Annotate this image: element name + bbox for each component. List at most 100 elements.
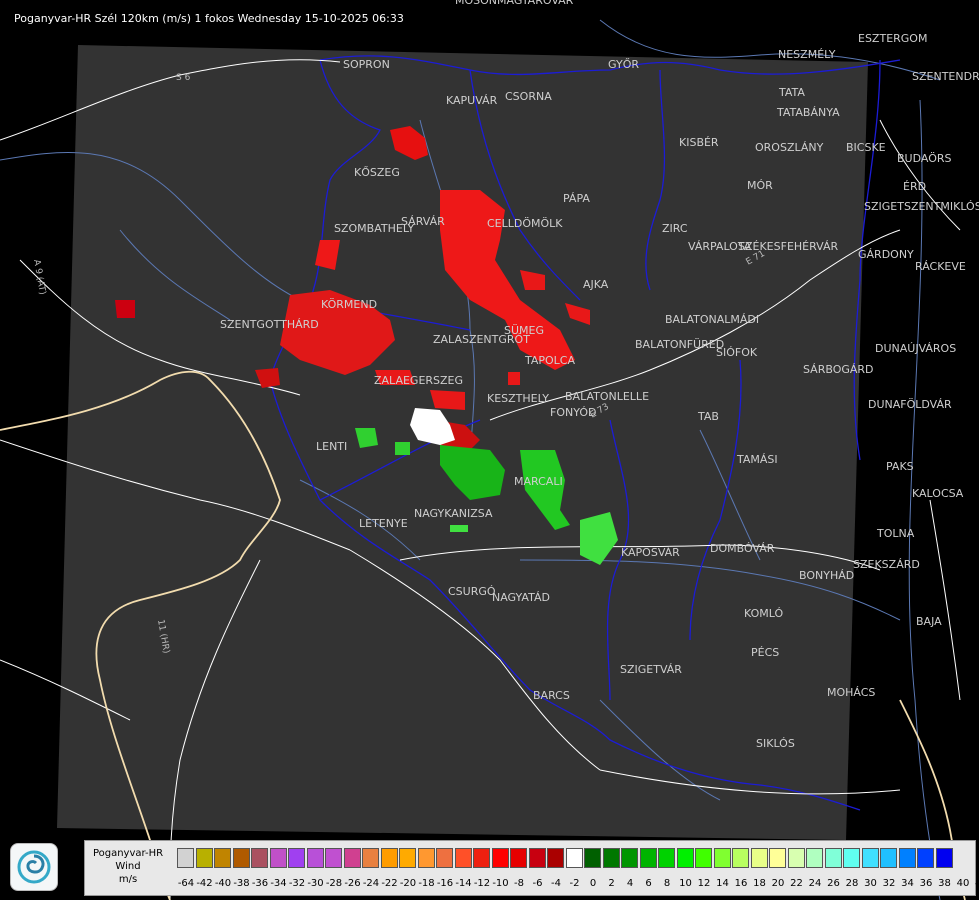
- legend-tick-label: 42: [975, 878, 979, 889]
- legend-swatch: [232, 848, 250, 868]
- city-label: BALATONALMÁDI: [665, 313, 759, 326]
- legend-swatch: [935, 848, 953, 868]
- legend-tick-label: 28: [845, 878, 859, 889]
- city-label: SÁRBOGÁRD: [803, 363, 874, 376]
- city-label: PAKS: [886, 460, 914, 473]
- city-label: KAPOSVÁR: [621, 546, 680, 559]
- city-label: MOHÁCS: [827, 686, 875, 699]
- city-label: KAPUVÁR: [446, 94, 498, 107]
- legend-swatch: [380, 848, 398, 868]
- legend-swatch: [824, 848, 842, 868]
- legend-swatch: [436, 848, 453, 868]
- legend-tick-label: 32: [882, 878, 896, 889]
- city-label: MOSONMAGYARÓVÁR: [455, 0, 574, 7]
- legend-tick-label: 20: [771, 878, 785, 889]
- app-logo: [10, 843, 58, 891]
- legend-swatch: [621, 848, 638, 868]
- city-label: BALATONFÜRED: [635, 338, 724, 351]
- legend-radar-name: Poganyvar-HR: [92, 848, 164, 859]
- city-label: CSORNA: [505, 90, 552, 103]
- city-label: NAGYKANIZSA: [414, 507, 493, 520]
- legend-swatch: [362, 848, 379, 868]
- city-label: KŐSZEG: [354, 165, 400, 179]
- legend-tick-label: 14: [716, 878, 729, 889]
- legend-swatch: [658, 848, 675, 868]
- city-label: KÖRMEND: [321, 298, 377, 311]
- city-label: BARCS: [533, 689, 570, 702]
- legend-tick-label: -64: [177, 878, 195, 889]
- legend-tick-label: -20: [399, 878, 417, 889]
- legend-tick-label: -36: [251, 878, 269, 889]
- legend-swatch: [399, 848, 416, 868]
- legend-swatch: [454, 848, 472, 868]
- legend-swatch: [306, 848, 324, 868]
- legend-swatch: [565, 848, 583, 868]
- city-label: TAB: [697, 410, 719, 423]
- legend-swatch: [917, 848, 934, 868]
- city-label: ZIRC: [662, 222, 688, 235]
- legend-tick-label: -12: [473, 878, 491, 889]
- legend-tick-label: 8: [663, 878, 671, 889]
- legend-tick-label: -26: [344, 878, 361, 889]
- city-label: MÓR: [747, 179, 773, 192]
- city-label: GÁRDONY: [858, 248, 914, 261]
- legend-swatch: [713, 848, 731, 868]
- legend-tick-label: 10: [679, 878, 692, 889]
- city-label: NESZMÉLY: [778, 48, 836, 61]
- city-label: SIÓFOK: [716, 346, 758, 359]
- legend-tick-label: -16: [436, 878, 454, 889]
- city-label: TATA: [778, 86, 805, 99]
- city-label: TAMÁSI: [736, 453, 778, 466]
- legend-tick-label: 24: [808, 878, 822, 889]
- legend-swatch: [880, 848, 897, 868]
- legend-product: Wind: [115, 861, 141, 872]
- legend-tick-label: 16: [734, 878, 748, 889]
- city-label: ZALASZENTGRÓT: [433, 333, 530, 346]
- legend-tick-label: -30: [307, 878, 324, 889]
- legend-tick-label: 26: [827, 878, 840, 889]
- legend-unit: m/s: [118, 874, 138, 885]
- city-label: BAJA: [916, 615, 942, 628]
- legend-tick-label: -8: [514, 878, 524, 889]
- legend-swatch: [787, 848, 805, 868]
- legend-tick-label: 38: [938, 878, 951, 889]
- city-label: ESZTERGOM: [858, 32, 927, 45]
- legend-tick-label: -28: [325, 878, 343, 889]
- city-label: BALATONLELLE: [565, 390, 649, 403]
- legend-swatch: [639, 848, 657, 868]
- legend-swatch: [417, 848, 435, 868]
- legend-tick-label: -2: [569, 878, 580, 889]
- legend-swatch: [898, 848, 916, 868]
- map-title: Poganyvar-HR Szél 120km (m/s) 1 fokos We…: [14, 12, 404, 25]
- city-label: BUDAÖRS: [897, 152, 952, 165]
- legend-tick-label: -24: [362, 878, 380, 889]
- city-label: SZENTENDRE: [912, 70, 979, 83]
- legend-tick-label: -22: [381, 878, 398, 889]
- road-label: S 6: [176, 73, 191, 83]
- legend-swatch: [195, 848, 213, 868]
- legend-tick-label: -10: [492, 878, 509, 889]
- city-label: DUNAÚJVÁROS: [875, 342, 956, 355]
- city-label: GYŐR: [608, 57, 639, 71]
- city-label: BONYHÁD: [799, 569, 854, 582]
- legend-swatch: [510, 848, 527, 868]
- legend-tick-label: 40: [956, 878, 970, 889]
- legend-tick-label: 18: [753, 878, 766, 889]
- city-label: ZALAEGERSZEG: [374, 374, 463, 387]
- legend-title: Poganyvar-HR Wind m/s: [87, 847, 169, 886]
- legend-swatch: [769, 848, 786, 868]
- legend-swatch: [269, 848, 287, 868]
- legend-swatch: [473, 848, 490, 868]
- legend-tick-label: -4: [551, 878, 561, 889]
- legend-tick-label: 0: [589, 878, 597, 889]
- city-label: SZIGETSZENTMIKLÓS: [864, 200, 979, 213]
- city-label: PÁPA: [563, 192, 590, 205]
- city-label: KALOCSA: [912, 487, 964, 500]
- city-label: TATABÁNYA: [776, 106, 840, 119]
- wind-legend: Poganyvar-HR Wind m/s -64 -42 -40 -38 -36 -34…: [84, 840, 979, 896]
- radar-map: MOSONMAGYARÓVÁR SOPRON KAPUVÁR CSORNA GYŐR NE…: [0, 0, 979, 900]
- legend-tick-label: 22: [790, 878, 803, 889]
- legend-swatch: [343, 848, 361, 868]
- city-label: DOMBÓVÁR: [710, 542, 775, 555]
- legend-tick-label: 36: [919, 878, 933, 889]
